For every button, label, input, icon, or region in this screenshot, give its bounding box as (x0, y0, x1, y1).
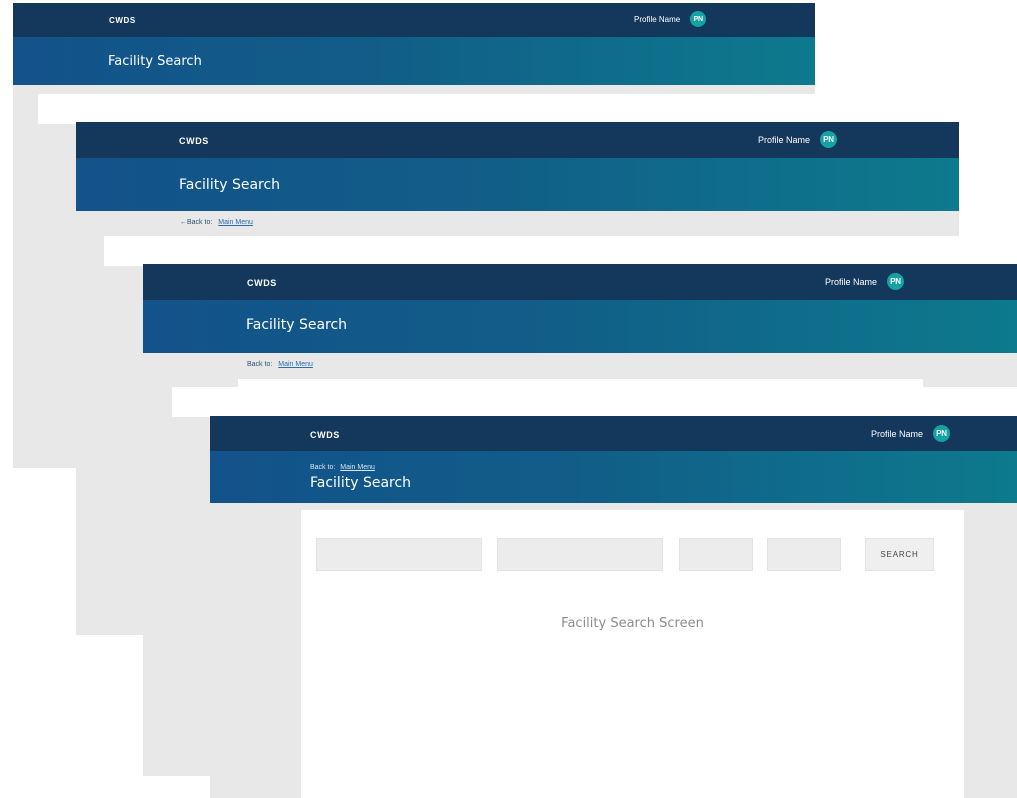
search-field-1[interactable] (316, 538, 482, 571)
avatar[interactable]: PN (887, 273, 905, 290)
brand-logo[interactable]: CWDS (247, 278, 277, 288)
avatar[interactable]: PN (820, 131, 838, 148)
mockup-stage: CWDS Profile Name PN Facility Search CWD… (0, 0, 1017, 798)
breadcrumb: Back to: Main Menu (247, 361, 313, 368)
page-title: Facility Search (246, 317, 348, 333)
frame-shadow-sheet (38, 94, 816, 124)
page-title: Facility Search (310, 475, 412, 491)
main-menu-link[interactable]: Main Menu (340, 464, 375, 471)
mockup-frame-4: CWDS Profile Name PN Back to: Main Menu … (210, 416, 1017, 798)
top-nav-bar: CWDS Profile Name PN (13, 3, 815, 37)
page-title: Facility Search (108, 54, 202, 69)
profile-menu[interactable]: Profile Name PN (871, 425, 951, 442)
profile-name: Profile Name (825, 276, 878, 287)
profile-menu[interactable]: Profile Name PN (758, 131, 838, 148)
page-header: Back to: Main Menu Facility Search (210, 451, 1017, 503)
back-label: Back to: (247, 361, 273, 368)
search-field-2[interactable] (497, 538, 663, 571)
brand-logo[interactable]: CWDS (179, 136, 209, 146)
page-header: Facility Search (13, 37, 815, 85)
frame-shadow-sheet (104, 236, 959, 266)
top-nav-bar: CWDS Profile Name PN (143, 264, 1017, 300)
avatar[interactable]: PN (690, 11, 707, 27)
search-field-4[interactable] (767, 538, 841, 571)
page-title: Facility Search (179, 177, 281, 193)
top-nav-bar: CWDS Profile Name PN (210, 416, 1017, 451)
back-label: Back to: (310, 464, 336, 471)
main-menu-link[interactable]: Main Menu (278, 361, 313, 368)
frame-shadow-sheet (172, 387, 1017, 417)
profile-menu[interactable]: Profile Name PN (634, 11, 707, 27)
page-header: Facility Search (143, 300, 1017, 353)
frame-shadow-sheet (238, 379, 923, 387)
breadcrumb: Back to: Main Menu (310, 464, 375, 471)
search-field-3[interactable] (679, 538, 753, 571)
profile-name: Profile Name (871, 428, 924, 439)
brand-logo[interactable]: CWDS (109, 16, 136, 25)
profile-menu[interactable]: Profile Name PN (825, 273, 905, 290)
screen-placeholder-label: Facility Search Screen (561, 616, 704, 631)
profile-name: Profile Name (634, 14, 681, 24)
back-arrow-label: ←Back to: (180, 219, 213, 226)
profile-name: Profile Name (758, 134, 811, 145)
main-menu-link[interactable]: Main Menu (218, 219, 253, 226)
search-button[interactable]: SEARCH (865, 538, 934, 571)
breadcrumb: ←Back to: Main Menu (180, 219, 253, 226)
top-nav-bar: CWDS Profile Name PN (76, 122, 959, 158)
avatar[interactable]: PN (933, 425, 951, 442)
brand-logo[interactable]: CWDS (310, 430, 340, 440)
page-header: Facility Search (76, 158, 959, 211)
search-panel: SEARCH Facility Search Screen (301, 510, 964, 798)
